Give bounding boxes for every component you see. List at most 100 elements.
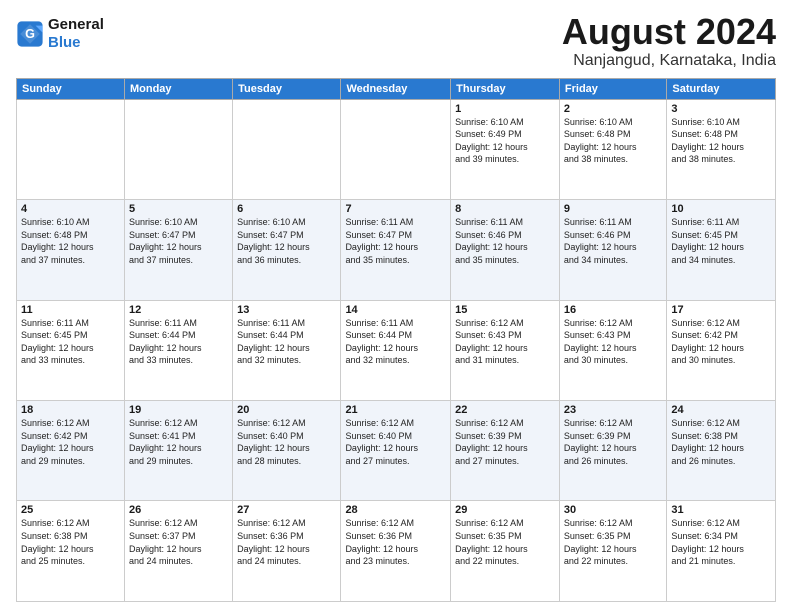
day-number: 6: [237, 203, 336, 215]
day-number: 7: [345, 203, 446, 215]
col-monday: Monday: [124, 78, 232, 99]
day-cell: 25Sunrise: 6:12 AMSunset: 6:38 PMDayligh…: [17, 501, 125, 602]
col-tuesday: Tuesday: [233, 78, 341, 99]
day-number: 27: [237, 504, 336, 516]
day-info: Sunrise: 6:11 AMSunset: 6:47 PMDaylight:…: [345, 216, 446, 266]
day-info: Sunrise: 6:11 AMSunset: 6:44 PMDaylight:…: [237, 317, 336, 367]
day-number: 25: [21, 504, 120, 516]
day-number: 29: [455, 504, 555, 516]
day-info: Sunrise: 6:12 AMSunset: 6:41 PMDaylight:…: [129, 417, 228, 467]
day-cell: 21Sunrise: 6:12 AMSunset: 6:40 PMDayligh…: [341, 401, 451, 501]
title-block: August 2024 Nanjangud, Karnataka, India: [562, 12, 776, 70]
day-info: Sunrise: 6:11 AMSunset: 6:44 PMDaylight:…: [129, 317, 228, 367]
day-info: Sunrise: 6:11 AMSunset: 6:44 PMDaylight:…: [345, 317, 446, 367]
logo-icon: G: [16, 20, 44, 48]
day-cell: 14Sunrise: 6:11 AMSunset: 6:44 PMDayligh…: [341, 300, 451, 400]
day-info: Sunrise: 6:10 AMSunset: 6:48 PMDaylight:…: [564, 116, 662, 166]
subtitle: Nanjangud, Karnataka, India: [562, 52, 776, 70]
week-row-4: 25Sunrise: 6:12 AMSunset: 6:38 PMDayligh…: [17, 501, 776, 602]
logo: G General Blue: [16, 16, 104, 52]
day-cell: 29Sunrise: 6:12 AMSunset: 6:35 PMDayligh…: [451, 501, 560, 602]
day-number: 31: [671, 504, 771, 516]
logo-line2: Blue: [48, 34, 81, 51]
day-info: Sunrise: 6:11 AMSunset: 6:45 PMDaylight:…: [21, 317, 120, 367]
day-cell: 8Sunrise: 6:11 AMSunset: 6:46 PMDaylight…: [451, 200, 560, 300]
day-cell: 7Sunrise: 6:11 AMSunset: 6:47 PMDaylight…: [341, 200, 451, 300]
calendar-table: Sunday Monday Tuesday Wednesday Thursday…: [16, 78, 776, 602]
day-cell: 2Sunrise: 6:10 AMSunset: 6:48 PMDaylight…: [559, 99, 666, 199]
day-number: 19: [129, 404, 228, 416]
day-info: Sunrise: 6:12 AMSunset: 6:34 PMDaylight:…: [671, 517, 771, 567]
day-info: Sunrise: 6:10 AMSunset: 6:48 PMDaylight:…: [671, 116, 771, 166]
week-row-3: 18Sunrise: 6:12 AMSunset: 6:42 PMDayligh…: [17, 401, 776, 501]
day-info: Sunrise: 6:12 AMSunset: 6:36 PMDaylight:…: [237, 517, 336, 567]
day-number: 8: [455, 203, 555, 215]
col-sunday: Sunday: [17, 78, 125, 99]
day-info: Sunrise: 6:12 AMSunset: 6:35 PMDaylight:…: [564, 517, 662, 567]
day-number: 21: [345, 404, 446, 416]
day-cell: 18Sunrise: 6:12 AMSunset: 6:42 PMDayligh…: [17, 401, 125, 501]
day-info: Sunrise: 6:10 AMSunset: 6:49 PMDaylight:…: [455, 116, 555, 166]
logo-text: General Blue: [48, 16, 104, 52]
day-info: Sunrise: 6:12 AMSunset: 6:38 PMDaylight:…: [671, 417, 771, 467]
day-number: 10: [671, 203, 771, 215]
day-number: 14: [345, 304, 446, 316]
day-info: Sunrise: 6:12 AMSunset: 6:39 PMDaylight:…: [455, 417, 555, 467]
week-row-2: 11Sunrise: 6:11 AMSunset: 6:45 PMDayligh…: [17, 300, 776, 400]
day-number: 17: [671, 304, 771, 316]
day-cell: [17, 99, 125, 199]
header: G General Blue August 2024 Nanjangud, Ka…: [16, 12, 776, 70]
day-cell: 6Sunrise: 6:10 AMSunset: 6:47 PMDaylight…: [233, 200, 341, 300]
day-number: 11: [21, 304, 120, 316]
day-info: Sunrise: 6:10 AMSunset: 6:47 PMDaylight:…: [237, 216, 336, 266]
day-cell: 22Sunrise: 6:12 AMSunset: 6:39 PMDayligh…: [451, 401, 560, 501]
day-number: 22: [455, 404, 555, 416]
day-info: Sunrise: 6:12 AMSunset: 6:37 PMDaylight:…: [129, 517, 228, 567]
day-info: Sunrise: 6:12 AMSunset: 6:43 PMDaylight:…: [564, 317, 662, 367]
day-cell: 9Sunrise: 6:11 AMSunset: 6:46 PMDaylight…: [559, 200, 666, 300]
day-info: Sunrise: 6:12 AMSunset: 6:42 PMDaylight:…: [671, 317, 771, 367]
day-cell: 24Sunrise: 6:12 AMSunset: 6:38 PMDayligh…: [667, 401, 776, 501]
day-number: 12: [129, 304, 228, 316]
day-number: 1: [455, 103, 555, 115]
day-cell: 23Sunrise: 6:12 AMSunset: 6:39 PMDayligh…: [559, 401, 666, 501]
logo-line1: General: [48, 16, 104, 34]
day-info: Sunrise: 6:10 AMSunset: 6:48 PMDaylight:…: [21, 216, 120, 266]
day-cell: 26Sunrise: 6:12 AMSunset: 6:37 PMDayligh…: [124, 501, 232, 602]
day-number: 4: [21, 203, 120, 215]
svg-text:G: G: [25, 27, 35, 41]
day-cell: 28Sunrise: 6:12 AMSunset: 6:36 PMDayligh…: [341, 501, 451, 602]
day-info: Sunrise: 6:12 AMSunset: 6:40 PMDaylight:…: [237, 417, 336, 467]
day-cell: [124, 99, 232, 199]
day-cell: 13Sunrise: 6:11 AMSunset: 6:44 PMDayligh…: [233, 300, 341, 400]
day-number: 28: [345, 504, 446, 516]
day-cell: 12Sunrise: 6:11 AMSunset: 6:44 PMDayligh…: [124, 300, 232, 400]
day-cell: 20Sunrise: 6:12 AMSunset: 6:40 PMDayligh…: [233, 401, 341, 501]
day-info: Sunrise: 6:12 AMSunset: 6:36 PMDaylight:…: [345, 517, 446, 567]
day-number: 3: [671, 103, 771, 115]
day-number: 18: [21, 404, 120, 416]
day-cell: 31Sunrise: 6:12 AMSunset: 6:34 PMDayligh…: [667, 501, 776, 602]
header-row: Sunday Monday Tuesday Wednesday Thursday…: [17, 78, 776, 99]
month-title: August 2024: [562, 12, 776, 52]
day-cell: 1Sunrise: 6:10 AMSunset: 6:49 PMDaylight…: [451, 99, 560, 199]
day-number: 30: [564, 504, 662, 516]
day-info: Sunrise: 6:10 AMSunset: 6:47 PMDaylight:…: [129, 216, 228, 266]
day-info: Sunrise: 6:12 AMSunset: 6:38 PMDaylight:…: [21, 517, 120, 567]
day-cell: 11Sunrise: 6:11 AMSunset: 6:45 PMDayligh…: [17, 300, 125, 400]
day-number: 26: [129, 504, 228, 516]
day-info: Sunrise: 6:12 AMSunset: 6:40 PMDaylight:…: [345, 417, 446, 467]
day-info: Sunrise: 6:12 AMSunset: 6:39 PMDaylight:…: [564, 417, 662, 467]
day-info: Sunrise: 6:11 AMSunset: 6:46 PMDaylight:…: [455, 216, 555, 266]
day-info: Sunrise: 6:11 AMSunset: 6:46 PMDaylight:…: [564, 216, 662, 266]
day-number: 13: [237, 304, 336, 316]
day-number: 23: [564, 404, 662, 416]
day-cell: 3Sunrise: 6:10 AMSunset: 6:48 PMDaylight…: [667, 99, 776, 199]
day-cell: 27Sunrise: 6:12 AMSunset: 6:36 PMDayligh…: [233, 501, 341, 602]
day-info: Sunrise: 6:12 AMSunset: 6:35 PMDaylight:…: [455, 517, 555, 567]
day-cell: [233, 99, 341, 199]
day-cell: 16Sunrise: 6:12 AMSunset: 6:43 PMDayligh…: [559, 300, 666, 400]
col-saturday: Saturday: [667, 78, 776, 99]
day-cell: 17Sunrise: 6:12 AMSunset: 6:42 PMDayligh…: [667, 300, 776, 400]
day-number: 5: [129, 203, 228, 215]
